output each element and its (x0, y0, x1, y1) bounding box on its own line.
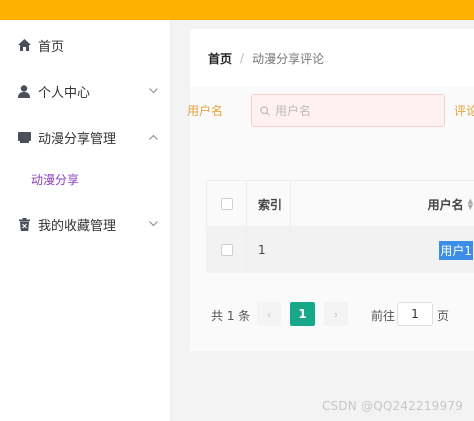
row-index: 1 (247, 227, 291, 273)
select-all-checkbox[interactable] (220, 198, 233, 210)
user-icon (17, 84, 31, 98)
trash-icon (17, 217, 31, 231)
column-header-index: 索引 (247, 181, 291, 227)
chevron-up-icon (148, 132, 158, 142)
csdn-watermark: CSDN @QQ242219979 (321, 399, 463, 413)
chevron-down-icon (148, 86, 158, 96)
pagination: 共 1 条 ‹ 1 › 前往 1 页 (211, 302, 474, 326)
sidebar-item-personal-center[interactable]: 个人中心 (0, 68, 171, 114)
sidebar-subitem-label: 动漫分享 (31, 172, 80, 187)
page-number-button[interactable]: 1 (290, 302, 315, 326)
sidebar-item-favorites-management[interactable]: 我的收藏管理 (0, 201, 171, 247)
row-username-text: 用户1 (439, 240, 473, 260)
breadcrumb-home[interactable]: 首页 (208, 50, 232, 67)
chevron-right-icon: › (333, 307, 339, 321)
row-checkbox[interactable] (220, 244, 233, 256)
column-header-username[interactable]: 用户名 ▲ ▼ (291, 181, 474, 227)
next-page-button[interactable]: › (324, 302, 348, 326)
search-username-label: 用户名 (187, 104, 224, 118)
main-content: 首页 / 动漫分享评论 用户名 用户名 评论 索引 用户名 ▲ ▼ 1 用户1 … (171, 20, 474, 421)
row-checkbox-cell (207, 227, 247, 273)
data-table: 索引 用户名 ▲ ▼ 1 用户1 (206, 180, 474, 273)
row-username: 用户1 (291, 227, 474, 273)
home-icon (17, 38, 31, 52)
pagination-total: 共 1 条 (211, 309, 251, 323)
breadcrumb-separator: / (240, 51, 245, 65)
chevron-down-icon (148, 219, 158, 229)
search-input-placeholder: 用户名 (275, 104, 312, 118)
sidebar-item-home[interactable]: 首页 (0, 22, 171, 68)
sidebar-item-label: 我的收藏管理 (38, 218, 117, 234)
breadcrumb-current: 动漫分享评论 (252, 51, 325, 66)
pagination-goto-label: 前往 (371, 309, 396, 323)
top-bar (0, 0, 474, 20)
sidebar-subitem-anime-share[interactable]: 动漫分享 (0, 159, 171, 199)
sidebar-item-label: 个人中心 (38, 85, 91, 101)
pagination-page-suffix: 页 (437, 309, 450, 323)
search-icon (260, 105, 270, 116)
breadcrumb: 首页 / 动漫分享评论 (190, 29, 474, 87)
search-username-input[interactable]: 用户名 (251, 94, 445, 127)
sidebar-item-label: 动漫分享管理 (38, 131, 117, 147)
chevron-left-icon: ‹ (266, 307, 272, 321)
sidebar: 首页 个人中心 动漫分享管理 动漫分享 我的收藏管理 (0, 20, 171, 421)
sidebar-item-anime-share-management[interactable]: 动漫分享管理 (0, 114, 171, 160)
sidebar-item-label: 首页 (38, 39, 65, 55)
folder-icon (17, 130, 31, 144)
prev-page-button[interactable]: ‹ (257, 302, 281, 326)
pagination-goto-input[interactable]: 1 (397, 302, 433, 326)
search-comment-label: 评论 (454, 104, 474, 118)
table-row[interactable]: 1 用户1 (207, 227, 474, 273)
table-header: 索引 用户名 ▲ ▼ (207, 181, 474, 227)
sort-icon[interactable]: ▲ ▼ (468, 198, 473, 211)
header-checkbox-cell (207, 181, 247, 227)
